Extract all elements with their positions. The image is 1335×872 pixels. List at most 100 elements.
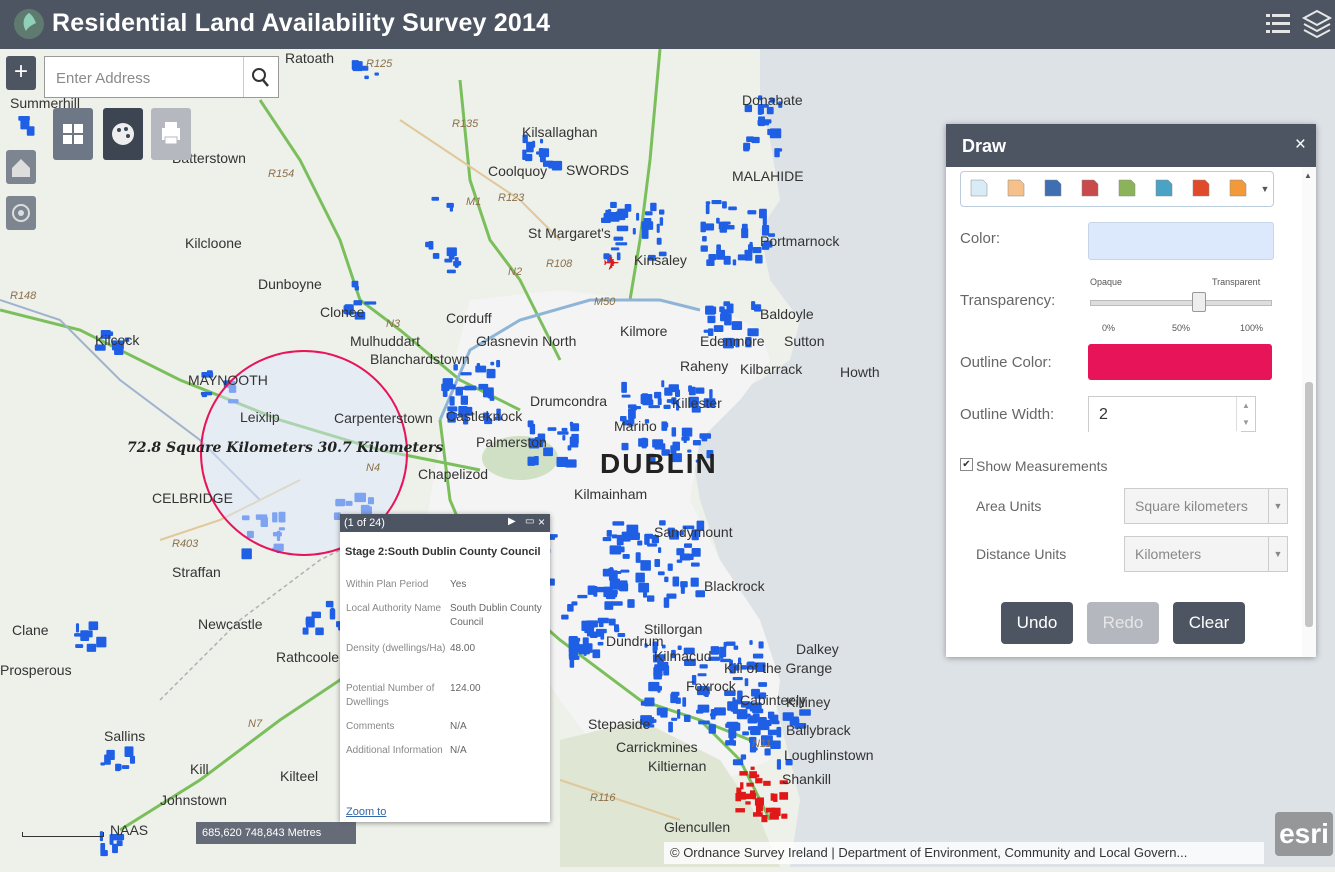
land-parcel[interactable]: [733, 645, 739, 650]
land-parcel[interactable]: [364, 75, 369, 80]
land-parcel[interactable]: [129, 755, 136, 764]
outline-width-input[interactable]: [1089, 397, 1241, 433]
land-parcel[interactable]: [620, 569, 630, 573]
land-parcel[interactable]: [96, 636, 107, 648]
land-parcel[interactable]: [602, 568, 614, 577]
land-parcel[interactable]: [448, 252, 455, 260]
land-parcel[interactable]: [702, 223, 715, 231]
outline-color-picker[interactable]: [1088, 344, 1272, 380]
land-parcel[interactable]: [561, 427, 568, 432]
land-parcel[interactable]: [627, 599, 635, 608]
land-parcel[interactable]: [758, 682, 768, 687]
land-parcel[interactable]: [597, 617, 609, 624]
land-parcel[interactable]: [604, 601, 614, 610]
land-parcel[interactable]: [758, 641, 764, 649]
land-parcel[interactable]: [650, 202, 657, 212]
land-parcel[interactable]: [613, 236, 624, 241]
land-parcel[interactable]: [744, 678, 749, 687]
land-parcel[interactable]: [568, 635, 578, 647]
land-parcel[interactable]: [725, 641, 736, 646]
land-parcel[interactable]: [654, 391, 662, 399]
clear-button[interactable]: Clear: [1173, 602, 1245, 644]
land-parcel[interactable]: [713, 707, 726, 716]
land-parcel[interactable]: [697, 704, 710, 713]
land-parcel[interactable]: [611, 534, 618, 539]
land-parcel[interactable]: [700, 245, 708, 252]
land-parcel[interactable]: [591, 585, 598, 592]
land-parcel[interactable]: [661, 421, 668, 431]
land-parcel[interactable]: [713, 325, 724, 333]
land-parcel[interactable]: [691, 547, 701, 557]
land-parcel[interactable]: [75, 623, 80, 633]
land-parcel-selected[interactable]: [750, 766, 755, 770]
land-parcel[interactable]: [663, 597, 670, 608]
land-parcel[interactable]: [616, 534, 624, 546]
land-parcel[interactable]: [747, 210, 757, 215]
land-parcel[interactable]: [671, 427, 677, 437]
land-parcel[interactable]: [547, 427, 557, 431]
land-parcel[interactable]: [749, 241, 753, 247]
land-parcel[interactable]: [746, 136, 755, 143]
land-parcel[interactable]: [680, 581, 688, 588]
land-parcel[interactable]: [729, 735, 734, 746]
land-parcel[interactable]: [688, 386, 696, 396]
scrollbar-thumb[interactable]: [1305, 382, 1313, 627]
land-parcel[interactable]: [672, 576, 680, 587]
land-parcel[interactable]: [743, 145, 750, 152]
land-parcel[interactable]: [731, 321, 743, 331]
print-button[interactable]: [151, 108, 191, 160]
land-parcel[interactable]: [663, 665, 670, 676]
land-parcel[interactable]: [556, 456, 569, 467]
land-parcel[interactable]: [610, 201, 617, 208]
search-button[interactable]: [243, 57, 278, 97]
land-parcel[interactable]: [746, 713, 751, 718]
land-parcel[interactable]: [749, 640, 753, 645]
land-parcel[interactable]: [740, 754, 747, 760]
land-parcel[interactable]: [635, 572, 645, 583]
land-parcel[interactable]: [640, 560, 651, 571]
land-parcel[interactable]: [732, 759, 744, 766]
land-parcel[interactable]: [661, 380, 665, 388]
land-parcel[interactable]: [656, 223, 660, 233]
land-parcel[interactable]: [104, 754, 111, 765]
land-parcel[interactable]: [86, 643, 97, 652]
land-parcel[interactable]: [658, 209, 665, 215]
land-parcel[interactable]: [548, 162, 559, 169]
land-parcel[interactable]: [532, 140, 536, 148]
land-parcel[interactable]: [88, 630, 93, 638]
land-parcel[interactable]: [716, 244, 721, 253]
land-parcel[interactable]: [609, 545, 622, 555]
show-measurements-checkbox[interactable]: ✔: [960, 458, 973, 471]
land-parcel[interactable]: [311, 611, 321, 619]
scroll-up-icon[interactable]: ▲: [1304, 171, 1312, 180]
land-parcel-selected[interactable]: [781, 813, 788, 819]
land-parcel[interactable]: [88, 621, 99, 631]
land-parcel[interactable]: [695, 387, 705, 394]
land-parcel[interactable]: [374, 72, 379, 76]
land-parcel[interactable]: [644, 534, 650, 545]
land-parcel-selected[interactable]: [752, 812, 763, 817]
land-parcel[interactable]: [759, 208, 767, 219]
land-parcel[interactable]: [727, 701, 738, 711]
land-parcel-selected[interactable]: [746, 782, 754, 787]
land-parcel[interactable]: [729, 725, 734, 730]
land-parcel[interactable]: [615, 242, 628, 246]
land-parcel[interactable]: [561, 614, 569, 620]
land-parcel-selected[interactable]: [755, 805, 762, 813]
symbol-swatch[interactable]: [1117, 178, 1137, 198]
land-parcel[interactable]: [705, 305, 714, 312]
land-parcel[interactable]: [758, 116, 765, 127]
land-parcel[interactable]: [602, 537, 612, 542]
land-parcel[interactable]: [432, 253, 440, 259]
zoom-in-button[interactable]: +: [6, 56, 36, 90]
land-parcel[interactable]: [751, 301, 756, 310]
land-parcel[interactable]: [723, 255, 731, 265]
land-parcel[interactable]: [776, 759, 781, 770]
area-units-select[interactable]: Square kilometers ▼: [1124, 488, 1288, 524]
land-parcel-selected[interactable]: [744, 793, 754, 800]
land-parcel[interactable]: [638, 582, 650, 593]
land-parcel[interactable]: [657, 397, 662, 405]
land-parcel[interactable]: [606, 529, 612, 537]
land-parcel[interactable]: [682, 697, 687, 707]
land-parcel[interactable]: [241, 548, 252, 560]
